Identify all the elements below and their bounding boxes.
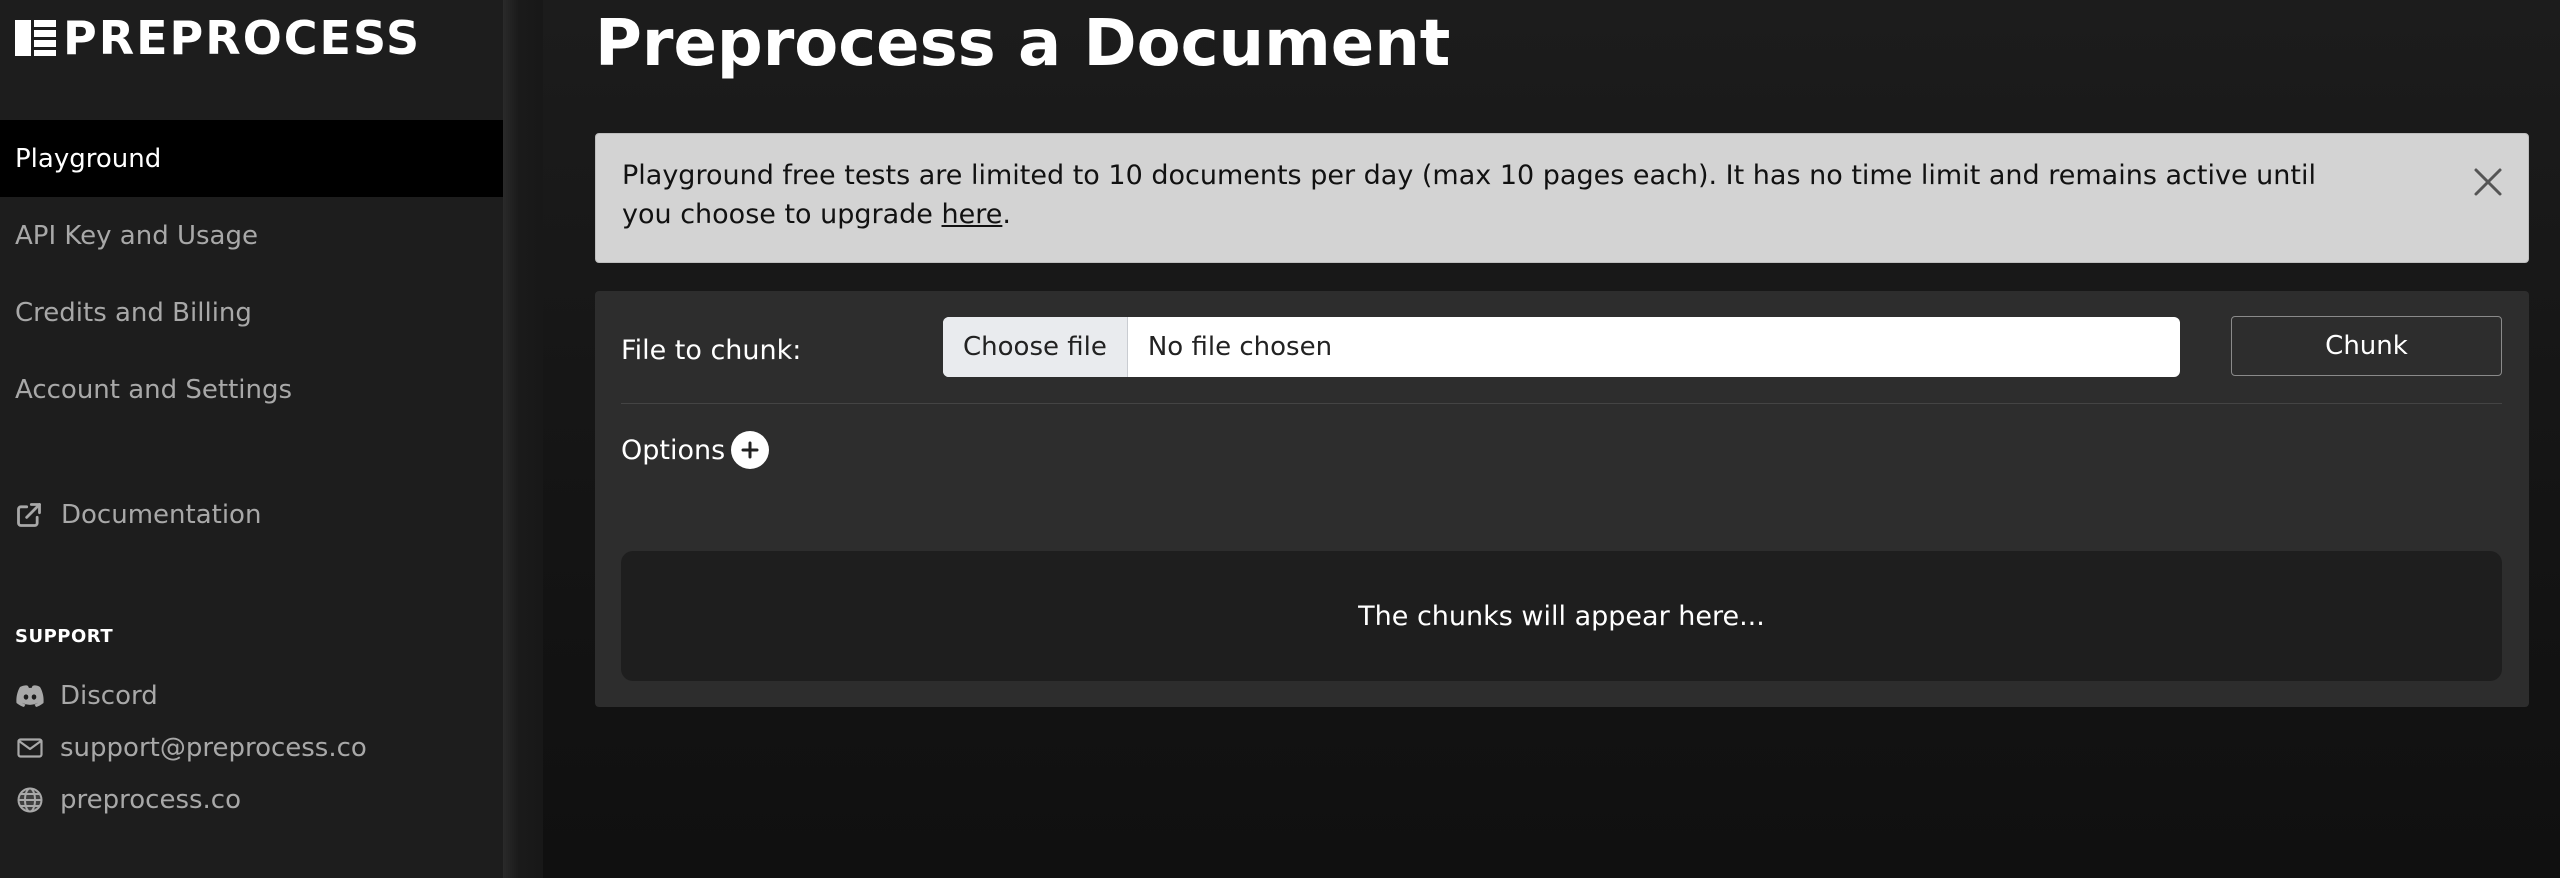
support-email-link[interactable]: support@preprocess.co (15, 733, 367, 763)
plus-icon[interactable] (731, 431, 770, 469)
chunk-button[interactable]: Chunk (2231, 316, 2502, 376)
globe-icon (15, 785, 45, 815)
close-icon[interactable] (2468, 162, 2508, 202)
discord-icon (15, 681, 45, 711)
choose-file-button[interactable]: Choose file (943, 317, 1128, 377)
support-discord-link[interactable]: Discord (15, 681, 158, 711)
upgrade-link[interactable]: here (942, 199, 1003, 230)
sidebar-item-account-settings[interactable]: Account and Settings (0, 351, 503, 428)
chunks-output: The chunks will appear here... (621, 551, 2502, 681)
sidebar-item-playground[interactable]: Playground (0, 120, 503, 197)
file-label: File to chunk: (621, 335, 802, 366)
sidebar-divider (503, 0, 543, 878)
notice-text-end: . (1002, 199, 1011, 230)
documentation-link[interactable]: Documentation (15, 500, 261, 530)
notice-text: Playground free tests are limited to 10 … (622, 160, 2316, 230)
divider (621, 403, 2502, 404)
logo[interactable]: PREPROCESS (15, 11, 422, 65)
support-website-link[interactable]: preprocess.co (15, 785, 241, 815)
logo-mark-icon (15, 18, 59, 58)
support-email-label: support@preprocess.co (60, 733, 367, 763)
chunk-form-panel: File to chunk: Choose file No file chose… (595, 291, 2529, 707)
sidebar-item-label: Credits and Billing (15, 297, 252, 328)
sidebar: PREPROCESS Playground API Key and Usage … (0, 0, 503, 878)
page-title: Preprocess a Document (595, 7, 1451, 81)
logo-text: PREPROCESS (63, 11, 422, 65)
file-status-text: No file chosen (1147, 332, 1333, 362)
app-root: PREPROCESS Playground API Key and Usage … (0, 0, 2560, 878)
mail-icon (15, 733, 45, 763)
documentation-label: Documentation (61, 500, 262, 530)
sidebar-item-credits-billing[interactable]: Credits and Billing (0, 274, 503, 351)
sidebar-item-label: API Key and Usage (15, 220, 258, 251)
chunks-placeholder: The chunks will appear here... (1358, 600, 1765, 632)
main-content: Preprocess a Document Playground free te… (543, 0, 2560, 878)
notice-banner: Playground free tests are limited to 10 … (595, 133, 2529, 263)
sidebar-item-label: Account and Settings (15, 374, 293, 405)
support-heading: SUPPORT (15, 626, 114, 647)
options-label: Options (621, 434, 726, 466)
sidebar-item-api-key[interactable]: API Key and Usage (0, 197, 503, 274)
external-link-icon (17, 503, 41, 527)
support-website-label: preprocess.co (60, 785, 241, 815)
options-toggle[interactable]: Options (621, 431, 770, 469)
file-input[interactable]: Choose file No file chosen (943, 317, 2180, 377)
support-discord-label: Discord (60, 681, 158, 711)
sidebar-item-label: Playground (15, 143, 162, 174)
